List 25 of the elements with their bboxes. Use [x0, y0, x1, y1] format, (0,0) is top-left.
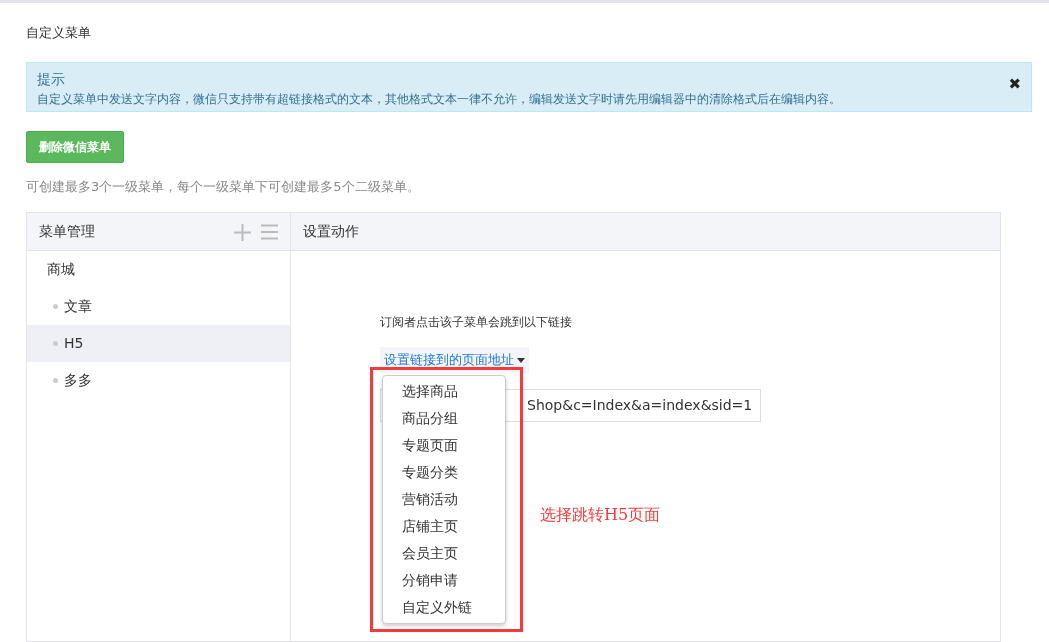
dropdown-item[interactable]: 店铺主页: [383, 513, 505, 540]
dropdown-item[interactable]: 会员主页: [383, 540, 505, 567]
hint-text: 可创建最多3个一级菜单，每个一级菜单下可创建最多5个二级菜单。: [26, 177, 421, 196]
bullet-icon: [53, 304, 58, 309]
alert-title: 提示: [37, 69, 66, 89]
menu-item[interactable]: 商城: [27, 251, 290, 288]
menu-panel-title: 菜单管理: [39, 222, 95, 241]
action-panel-title: 设置动作: [303, 222, 359, 241]
caret-icon: [517, 358, 525, 363]
close-button[interactable]: ✖: [1008, 72, 1021, 95]
bullet-icon: [53, 378, 58, 383]
bullet-icon: [53, 341, 58, 346]
add-icon[interactable]: [234, 221, 251, 242]
page-title: 自定义菜单: [26, 24, 92, 42]
submenu-item[interactable]: 多多: [27, 362, 290, 399]
dropdown-item[interactable]: 分销申请: [383, 567, 505, 594]
dropdown-item[interactable]: 专题页面: [383, 432, 505, 459]
dropdown-item[interactable]: 营销活动: [383, 486, 505, 513]
description-text: 订阅者点击该子菜单会跳到以下链接: [380, 314, 573, 331]
dropdown-item[interactable]: 自定义外链: [383, 594, 505, 621]
submenu-item[interactable]: 文章: [27, 288, 290, 325]
annotation-text: 选择跳转H5页面: [540, 504, 661, 526]
alert-text: 自定义菜单中发送文字内容，微信只支持带有超链接格式的文本，其他格式文本一律不允许，编辑发送文字时请先用编辑器中的清除格式后在编辑内容。: [37, 90, 841, 108]
dropdown-item[interactable]: 专题分类: [383, 459, 505, 486]
submenu-item[interactable]: H5: [27, 325, 290, 362]
